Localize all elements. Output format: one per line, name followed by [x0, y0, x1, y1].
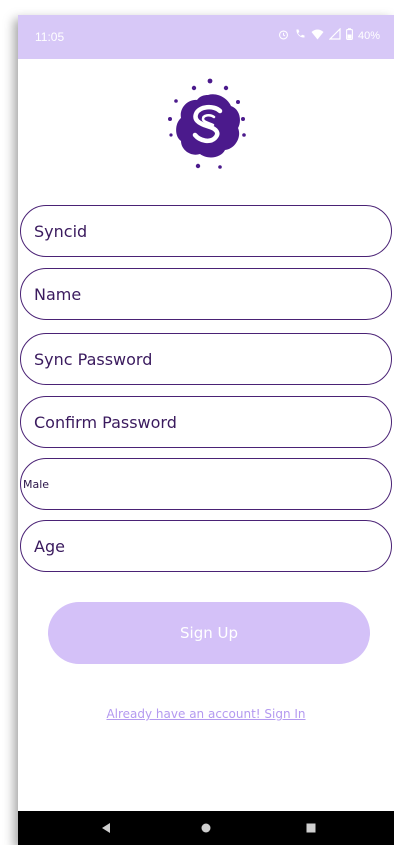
sync-s-logo-icon	[168, 78, 246, 169]
gender-select[interactable]: Male	[20, 458, 392, 510]
device-frame: 11:05 40% Syncid Name Sync Password Conf…	[0, 0, 394, 845]
syncid-input[interactable]: Syncid	[20, 205, 392, 257]
syncid-placeholder: Syncid	[34, 221, 88, 241]
gender-value: Male	[23, 477, 50, 491]
status-bar: 11:05 40%	[18, 15, 394, 59]
battery-percent: 40%	[357, 30, 380, 42]
system-nav-bar	[18, 811, 394, 845]
age-input[interactable]: Age	[20, 520, 392, 572]
sync-password-input[interactable]: Sync Password	[20, 333, 392, 385]
battery-icon	[346, 28, 353, 44]
name-input[interactable]: Name	[20, 268, 392, 320]
name-placeholder: Name	[34, 284, 82, 304]
sign-up-label: Sign Up	[180, 624, 238, 642]
recents-button[interactable]	[291, 811, 331, 845]
wifi-icon	[311, 29, 324, 44]
sign-in-link[interactable]: Already have an account! Sign In	[18, 707, 394, 721]
home-icon	[201, 823, 211, 833]
confirm-password-placeholder: Confirm Password	[34, 412, 177, 432]
home-button[interactable]	[186, 811, 226, 845]
status-time: 11:05	[35, 30, 65, 44]
phone-screen: 11:05 40% Syncid Name Sync Password Conf…	[18, 15, 394, 845]
status-icons: 40%	[278, 27, 380, 44]
app-logo	[158, 75, 258, 175]
recents-icon	[306, 823, 316, 833]
alarm-icon	[278, 29, 289, 44]
call-icon	[294, 28, 306, 44]
age-placeholder: Age	[34, 536, 65, 556]
confirm-password-input[interactable]: Confirm Password	[20, 396, 392, 448]
sync-password-placeholder: Sync Password	[34, 349, 153, 369]
sign-up-button[interactable]: Sign Up	[48, 602, 370, 664]
signal-icon	[328, 27, 341, 44]
back-button[interactable]	[86, 811, 126, 845]
back-icon	[102, 823, 110, 833]
